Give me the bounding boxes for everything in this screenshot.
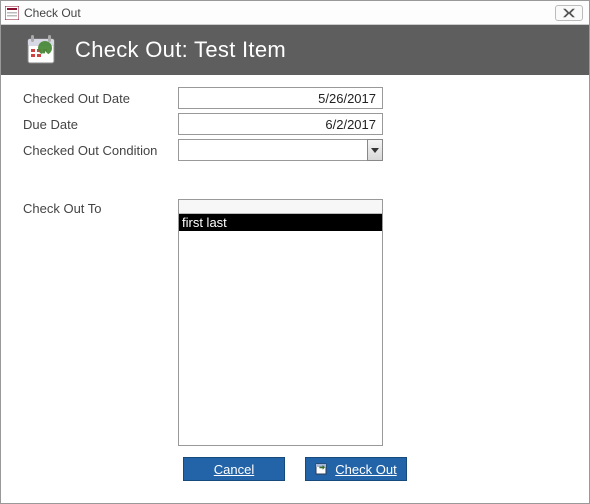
row-condition: Checked Out Condition [23, 137, 567, 163]
form-icon [5, 6, 19, 20]
cancel-button[interactable]: Cancel [183, 457, 285, 481]
label-checked-out-date: Checked Out Date [23, 91, 178, 106]
form-area: Checked Out Date Due Date Checked Out Co… [1, 75, 589, 446]
chevron-down-icon [371, 148, 379, 153]
checkout-calendar-icon [23, 31, 61, 69]
condition-input[interactable] [178, 139, 367, 161]
row-due-date: Due Date [23, 111, 567, 137]
label-check-out-to: Check Out To [23, 199, 178, 216]
listbox-header [179, 200, 382, 214]
check-out-to-listbox[interactable]: first last [178, 199, 383, 446]
due-date-input[interactable] [178, 113, 383, 135]
cancel-button-label: Cancel [214, 462, 254, 477]
label-due-date: Due Date [23, 117, 178, 132]
window-close-button[interactable] [555, 5, 583, 21]
condition-dropdown-button[interactable] [367, 139, 383, 161]
close-icon [563, 8, 575, 18]
list-item[interactable]: first last [179, 214, 382, 231]
row-checked-out-date: Checked Out Date [23, 85, 567, 111]
check-out-button-label: Check Out [335, 462, 396, 477]
check-out-icon [315, 462, 329, 476]
row-check-out-to: Check Out To first last [23, 199, 567, 446]
condition-combobox[interactable] [178, 139, 383, 161]
check-out-button[interactable]: Check Out [305, 457, 407, 481]
checked-out-date-input[interactable] [178, 87, 383, 109]
label-condition: Checked Out Condition [23, 143, 178, 158]
header-band: Check Out: Test Item [1, 25, 589, 75]
button-bar: Cancel Check Out [1, 457, 589, 481]
window-title: Check Out [24, 6, 555, 20]
titlebar: Check Out [1, 1, 589, 25]
header-title: Check Out: Test Item [75, 37, 286, 63]
